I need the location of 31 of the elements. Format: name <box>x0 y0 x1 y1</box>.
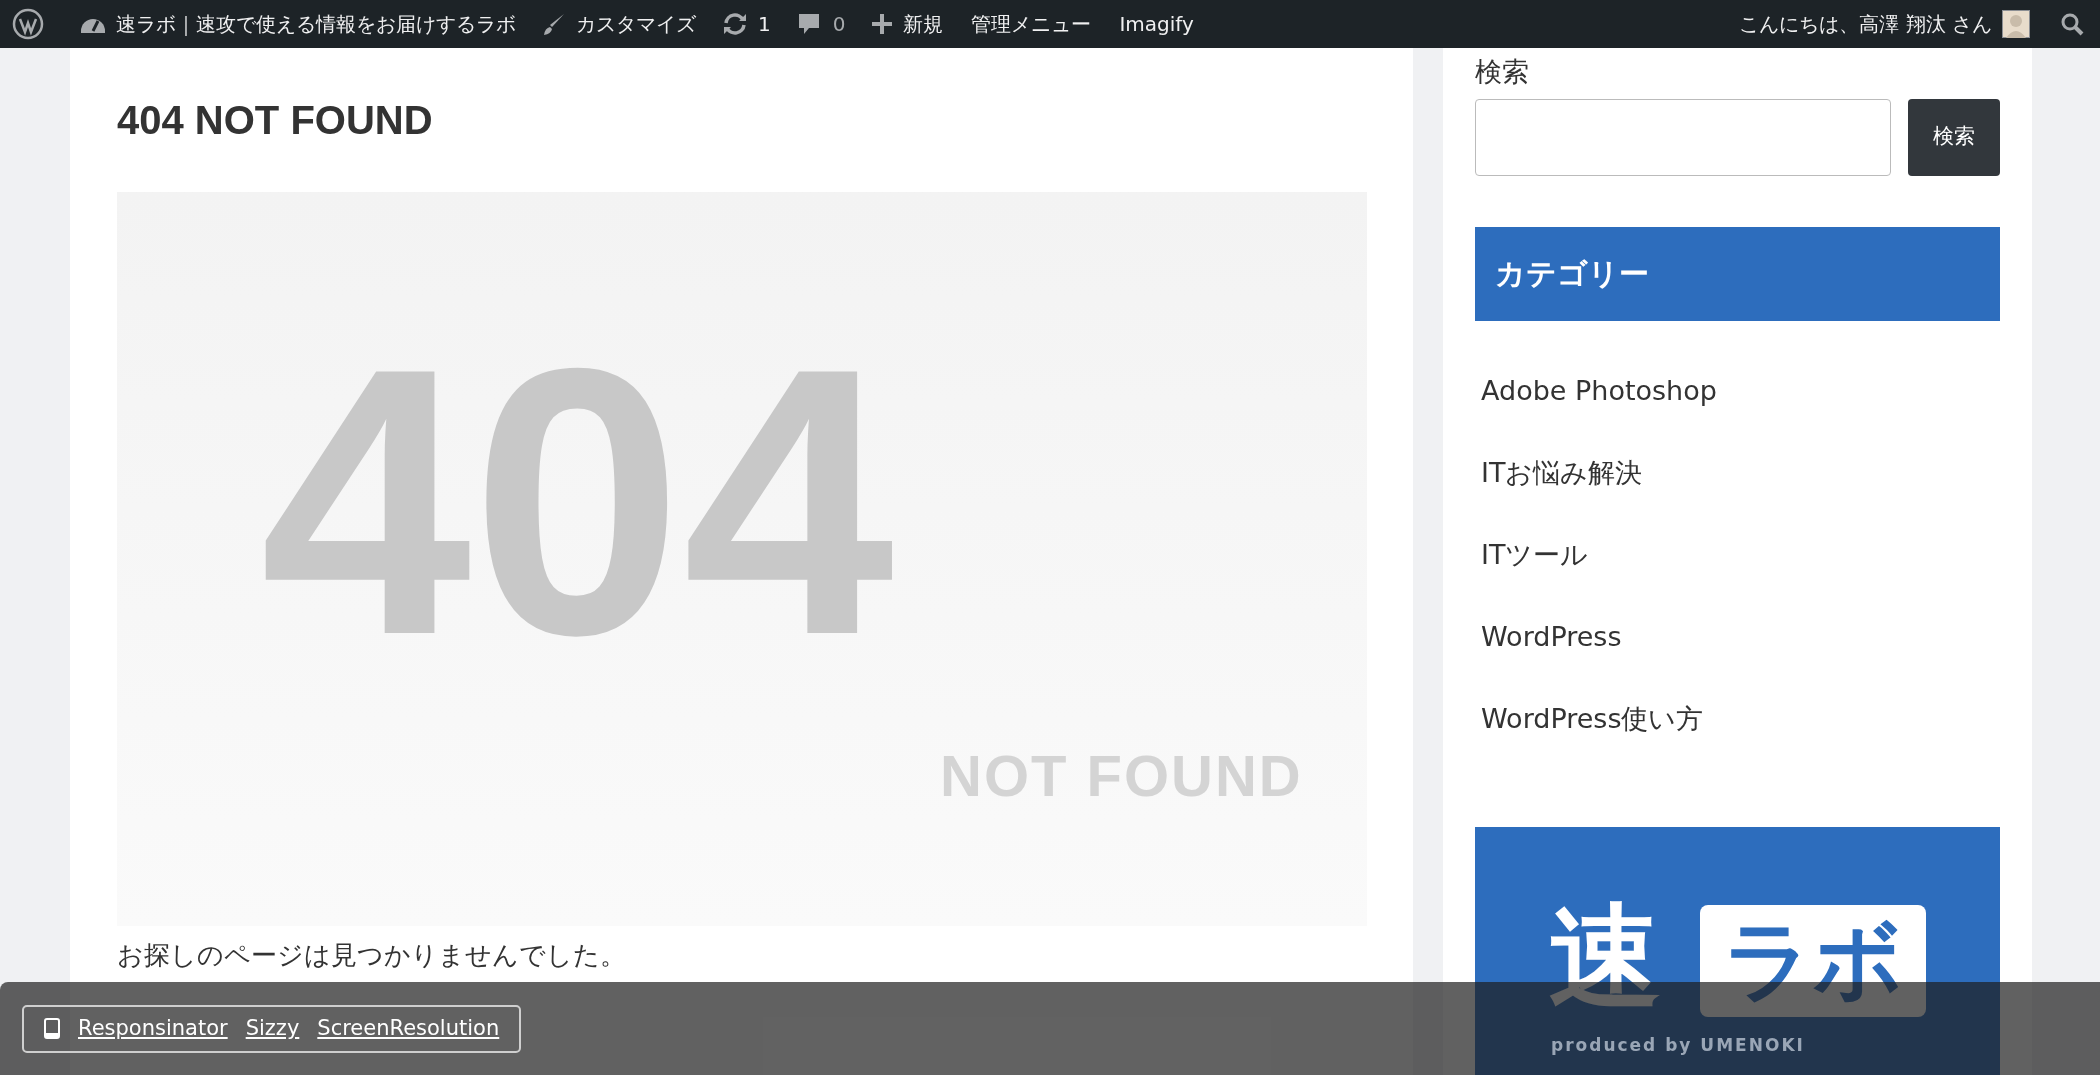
admin-menu-link[interactable]: 管理メニュー <box>971 9 1092 39</box>
category-link[interactable]: Adobe Photoshop <box>1475 350 2000 433</box>
wordpress-logo-icon[interactable] <box>12 8 44 40</box>
not-found-message: お探しのページは見つかりませんでした。 <box>117 939 627 972</box>
category-link[interactable]: WordPress <box>1475 596 2000 679</box>
tool-link[interactable]: Responsinator <box>78 1012 228 1045</box>
paintbrush-icon <box>542 12 566 36</box>
tablet-icon <box>44 1017 60 1040</box>
imagify-link[interactable]: Imagify <box>1119 9 1194 39</box>
speech-bubble-icon <box>796 12 821 36</box>
banner-kanji: 速 <box>1549 891 1661 1021</box>
comments-link[interactable]: 0 <box>796 9 846 39</box>
updates-link[interactable]: 1 <box>722 9 771 39</box>
tool-link[interactable]: ScreenResolution <box>317 1012 500 1045</box>
account-greeting[interactable]: こんにちは、高澤 翔汰 さん <box>1739 9 1992 39</box>
banner-tagline: produced by UMENOKI <box>1551 1033 1805 1057</box>
site-name-link[interactable]: 速ラボ｜速攻で使える情報をお届けするラボ <box>80 9 516 39</box>
search-label: 検索 <box>1475 55 1530 89</box>
category-link[interactable]: ITお悩み解決 <box>1475 432 2000 515</box>
category-heading: カテゴリー <box>1475 226 2000 321</box>
tool-link[interactable]: Sizzy <box>245 1012 300 1045</box>
refresh-icon <box>722 12 748 36</box>
plus-icon <box>871 13 894 35</box>
search-field[interactable] <box>1475 98 1891 176</box>
search-icon[interactable] <box>2060 12 2084 36</box>
new-link[interactable]: 新規 <box>871 9 944 39</box>
search-button[interactable]: 検索 <box>1908 98 2000 176</box>
customize-link[interactable]: カスタマイズ <box>542 9 696 39</box>
category-link[interactable]: WordPress使い方 <box>1475 678 2000 761</box>
category-link[interactable]: ITツール <box>1475 514 2000 597</box>
page-title: 404 NOT FOUND <box>117 100 434 140</box>
